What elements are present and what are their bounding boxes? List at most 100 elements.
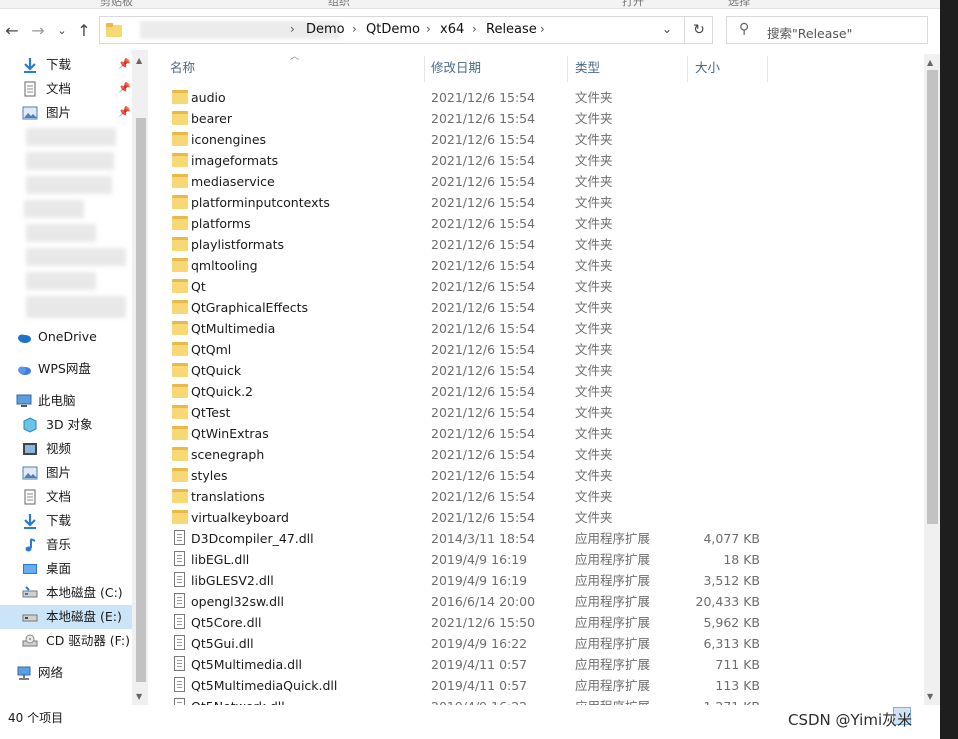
column-divider[interactable] [567,56,568,82]
up-button[interactable]: ↑ [74,20,94,42]
sidebar-item-quick-pictures[interactable]: 图片 📌 [0,101,132,125]
breadcrumb-demo[interactable]: Demo [306,22,345,37]
search-box[interactable]: ⚲ 搜索"Release" [726,16,928,44]
column-divider[interactable] [424,56,425,82]
search-placeholder: 搜索"Release" [767,26,853,41]
table-row[interactable]: D3Dcompiler_47.dll 2014/3/11 18:54 应用程序扩展 4… [160,528,924,549]
sidebar-item-label: 桌面 [46,561,72,576]
scroll-up-icon[interactable]: ▲ [927,58,933,67]
file-type: 文件夹 [575,195,613,210]
address-bar[interactable]: › Demo › QtDemo › x64 › Release › ⌄ ↻ [99,16,713,44]
file-date: 2021/12/6 15:54 [431,111,536,126]
chevron-right-icon: › [540,22,545,36]
table-row[interactable]: QtQuick.2 2021/12/6 15:54 文件夹 [160,381,924,402]
chevron-right-icon: › [290,22,295,36]
download-icon [22,513,38,529]
chevron-right-icon: › [472,22,477,36]
redacted-folder [26,224,96,242]
table-row[interactable]: QtGraphicalEffects 2021/12/6 15:54 文件夹 [160,297,924,318]
table-row[interactable]: libEGL.dll 2019/4/9 16:19 应用程序扩展 18 KB [160,549,924,570]
table-row[interactable]: virtualkeyboard 2021/12/6 15:54 文件夹 [160,507,924,528]
sidebar-item-cd-drive[interactable]: CD 驱动器 (F:) [0,629,132,653]
sidebar-item-downloads[interactable]: 下载 [0,509,132,533]
breadcrumb-x64[interactable]: x64 [440,22,464,37]
breadcrumb-release[interactable]: Release [486,22,537,37]
file-date: 2021/12/6 15:54 [431,489,536,504]
sidebar-item-label: OneDrive [38,329,97,344]
table-row[interactable]: platforminputcontexts 2021/12/6 15:54 文件夹 [160,192,924,213]
sidebar-item-documents[interactable]: 文档 [0,485,132,509]
table-row[interactable]: Qt5Network.dll 2019/4/9 16:22 应用程序扩展 1,271 … [160,696,924,705]
column-header-date[interactable]: 修改日期 [431,56,481,80]
redacted-folder [24,200,84,218]
sidebar-item-label: 此电脑 [38,393,76,408]
table-row[interactable]: bearer 2021/12/6 15:54 文件夹 [160,108,924,129]
dll-file-icon [174,677,185,692]
sidebar-scroll-down-icon[interactable]: ▼ [136,692,142,701]
file-type: 应用程序扩展 [575,573,651,588]
file-name: virtualkeyboard [191,510,289,525]
file-list-scrollbar-thumb[interactable] [927,70,938,524]
table-row[interactable]: QtTest 2021/12/6 15:54 文件夹 [160,402,924,423]
table-row[interactable]: libGLESV2.dll 2019/4/9 16:19 应用程序扩展 3,512 K… [160,570,924,591]
sidebar-item-desktop[interactable]: 桌面 [0,557,132,581]
table-row[interactable]: Qt5Gui.dll 2019/4/9 16:22 应用程序扩展 6,313 KB [160,633,924,654]
column-header-size[interactable]: 大小 [695,56,720,80]
table-row[interactable]: Qt 2021/12/6 15:54 文件夹 [160,276,924,297]
sidebar-scrollbar-thumb[interactable] [136,118,146,682]
table-row[interactable]: iconengines 2021/12/6 15:54 文件夹 [160,129,924,150]
file-name: QtQml [191,342,232,357]
folder-icon [172,384,188,398]
sidebar-item-drive-e[interactable]: 本地磁盘 (E:) [0,605,132,629]
sidebar-item-music[interactable]: 音乐 [0,533,132,557]
table-row[interactable]: Qt5MultimediaQuick.dll 2019/4/11 0:57 应用程序… [160,675,924,696]
table-row[interactable]: mediaservice 2021/12/6 15:54 文件夹 [160,171,924,192]
sidebar-item-wps-drive[interactable]: WPS网盘 [0,357,132,381]
sidebar-item-videos[interactable]: 视频 [0,437,132,461]
column-header-name[interactable]: 名称 [170,56,195,80]
sidebar-item-quick-documents[interactable]: 文档 📌 [0,77,132,101]
file-type: 文件夹 [575,279,613,294]
table-row[interactable]: QtMultimedia 2021/12/6 15:54 文件夹 [160,318,924,339]
table-row[interactable]: Qt5Core.dll 2021/12/6 15:50 应用程序扩展 5,962 KB [160,612,924,633]
table-row[interactable]: playlistformats 2021/12/6 15:54 文件夹 [160,234,924,255]
sidebar-item-this-pc[interactable]: 此电脑 [0,389,132,413]
forward-button[interactable]: → [28,20,48,42]
table-row[interactable]: audio 2021/12/6 15:54 文件夹 [160,87,924,108]
table-row[interactable]: Qt5Multimedia.dll 2019/4/11 0:57 应用程序扩展 711… [160,654,924,675]
sidebar-item-drive-c[interactable]: 本地磁盘 (C:) [0,581,132,605]
address-dropdown-icon[interactable]: ⌄ [662,22,672,36]
column-divider[interactable] [687,56,688,82]
table-row[interactable]: QtQml 2021/12/6 15:54 文件夹 [160,339,924,360]
table-row[interactable]: qmltooling 2021/12/6 15:54 文件夹 [160,255,924,276]
table-row[interactable]: QtWinExtras 2021/12/6 15:54 文件夹 [160,423,924,444]
sidebar-item-quick-download[interactable]: 下载 📌 [0,53,132,77]
table-row[interactable]: platforms 2021/12/6 15:54 文件夹 [160,213,924,234]
file-size: 20,433 KB [695,594,760,609]
table-row[interactable]: scenegraph 2021/12/6 15:54 文件夹 [160,444,924,465]
breadcrumb-qtdemo[interactable]: QtDemo [366,22,420,37]
folder-icon [172,237,188,251]
sidebar-item-network[interactable]: 网络 [0,661,132,685]
table-row[interactable]: QtQuick 2021/12/6 15:54 文件夹 [160,360,924,381]
back-button[interactable]: ← [2,20,22,42]
scroll-down-icon[interactable]: ▼ [927,692,933,701]
sidebar-item-3d-objects[interactable]: 3D 对象 [0,413,132,437]
sidebar-item-onedrive[interactable]: OneDrive [0,325,132,349]
sidebar-item-pictures[interactable]: 图片 [0,461,132,485]
table-row[interactable]: imageformats 2021/12/6 15:54 文件夹 [160,150,924,171]
cd-drive-icon [22,633,38,649]
file-type: 文件夹 [575,405,613,420]
table-row[interactable]: translations 2021/12/6 15:54 文件夹 [160,486,924,507]
column-divider[interactable] [767,56,768,82]
sidebar-item-label: CD 驱动器 (F:) [46,633,130,648]
table-row[interactable]: opengl32sw.dll 2016/6/14 20:00 应用程序扩展 20,43… [160,591,924,612]
sidebar-item-label: 3D 对象 [46,417,93,432]
refresh-button[interactable]: ↻ [684,17,713,43]
dll-file-icon [174,593,185,608]
column-header-type[interactable]: 类型 [575,56,600,80]
recent-locations-button[interactable]: ⌄ [52,20,72,42]
sidebar-scroll-up-icon[interactable]: ▲ [136,56,142,65]
file-size: 1,271 KB [703,696,760,705]
table-row[interactable]: styles 2021/12/6 15:54 文件夹 [160,465,924,486]
